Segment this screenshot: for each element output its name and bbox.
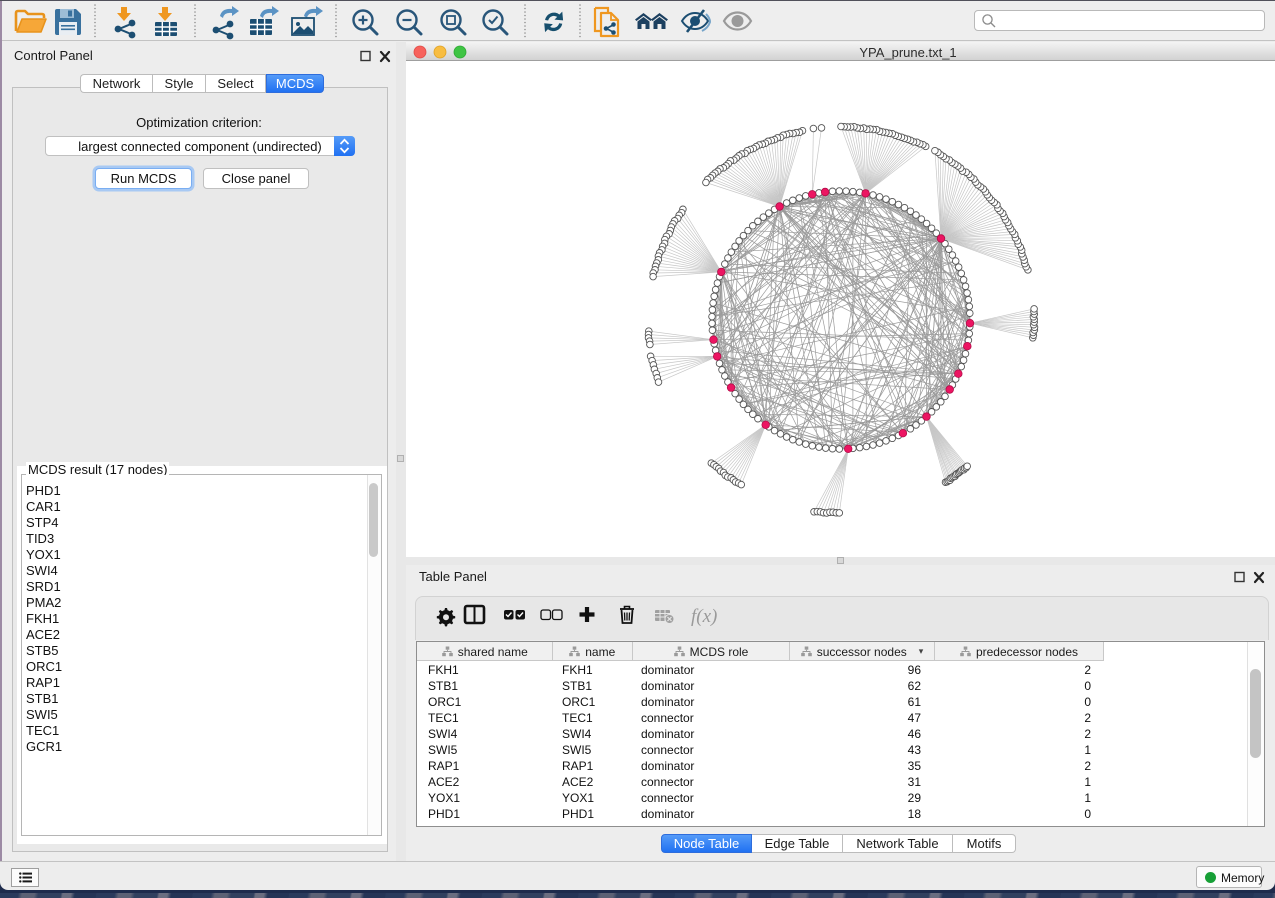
svg-text:f(x): f(x) bbox=[691, 606, 717, 627]
